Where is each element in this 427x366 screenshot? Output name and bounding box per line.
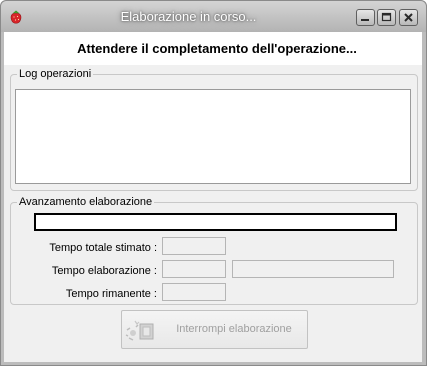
close-icon — [404, 13, 413, 22]
log-legend: Log operazioni — [17, 68, 94, 81]
interrupt-button[interactable]: Interrompi elaborazione — [121, 310, 308, 349]
maximize-button[interactable] — [377, 9, 396, 26]
title-bar[interactable]: Elaborazione in corso... — [1, 1, 426, 32]
elapsed-extra-field — [232, 260, 394, 278]
wait-message: Attendere il completamento dell'operazio… — [77, 41, 357, 56]
maximize-icon — [381, 12, 392, 22]
log-group: Log operazioni — [10, 68, 418, 191]
elapsed-time-label: Tempo elaborazione : — [51, 265, 157, 277]
minimize-icon — [361, 19, 369, 21]
interrupt-icon — [125, 320, 154, 341]
header-band: Attendere il completamento dell'operazio… — [4, 32, 422, 65]
window-title: Elaborazione in corso... — [120, 9, 257, 24]
total-time-label: Tempo totale stimato : — [49, 242, 157, 254]
remaining-time-field — [162, 283, 226, 301]
remaining-time-label: Tempo rimanente : — [65, 288, 157, 300]
progress-bar — [34, 213, 397, 231]
close-button[interactable] — [399, 9, 418, 26]
progress-group: Avanzamento elaborazione Tempo totale st… — [10, 196, 418, 305]
dialog-window: Elaborazione in corso... Attendere il co… — [0, 0, 427, 366]
dialog-body: Attendere il completamento dell'operazio… — [4, 32, 422, 362]
minimize-button[interactable] — [356, 9, 375, 26]
total-time-field — [162, 237, 226, 255]
elapsed-time-field — [162, 260, 226, 278]
progress-legend: Avanzamento elaborazione — [17, 196, 155, 209]
log-textarea[interactable] — [15, 89, 411, 184]
interrupt-label: Interrompi elaborazione — [176, 323, 292, 335]
